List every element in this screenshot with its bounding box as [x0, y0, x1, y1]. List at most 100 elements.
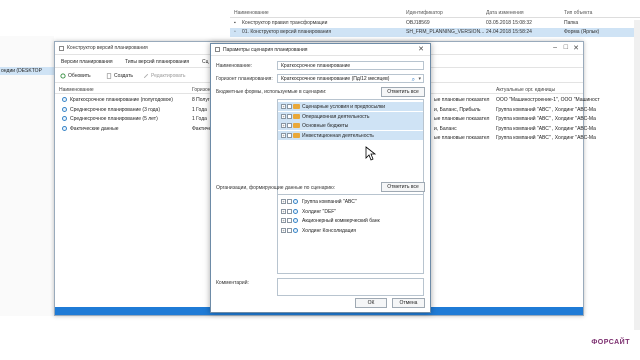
table-row[interactable]: и, Баланс Группа компаний "АВС" , Холдин… [434, 124, 596, 134]
refresh-label: Обновить [68, 73, 91, 79]
object-list-header: Наименование Идентификатор Дата изменени… [230, 8, 640, 18]
tab-scenarios[interactable]: Сц [202, 59, 208, 65]
organization-icon [293, 227, 298, 233]
mark-all-forms-button[interactable]: Отметить все [381, 87, 425, 97]
row-orgs: Группа компаний "АВС" , Холдинг "АВС-Ма [496, 125, 596, 132]
row-date: 24.04.2018 15:58:24 [486, 29, 532, 35]
comment-textarea[interactable] [277, 278, 424, 296]
dialog-titlebar[interactable]: Параметры сценария планирования ✕ [211, 44, 430, 56]
checkbox[interactable] [287, 123, 292, 128]
column-type[interactable]: Тип объекта [564, 10, 592, 16]
tree-node[interactable]: + Сценарные условия и предпосылки [278, 102, 423, 111]
mark-all-orgs-button[interactable]: Отметить все [381, 182, 425, 192]
row-orgs: Группа компаний "АВС" , Холдинг "АВС-Ма [496, 116, 596, 122]
object-row-selected[interactable]: ▫ 01. Конструктор версий планирования SH… [230, 28, 640, 37]
table-row[interactable]: ые плановые показател ООО "Машиностроени… [434, 95, 600, 105]
row-id: OBJ18569 [406, 20, 430, 26]
cancel-button[interactable]: Отмена [392, 298, 425, 308]
navigator-item-label: ондии (DESKTOP [1, 68, 42, 74]
row-indicators: ые плановые показател [434, 116, 490, 122]
expand-icon[interactable]: + [281, 218, 286, 223]
row-type: Папка [564, 20, 579, 26]
window-icon [59, 46, 64, 51]
row-orgs: Группа компаний "АВС" , Холдинг "АВС-Ма [496, 135, 596, 141]
checkbox[interactable] [287, 227, 292, 233]
organization-icon [293, 218, 298, 223]
checkbox[interactable] [287, 208, 292, 214]
item-horizon: 8 Полуг [192, 97, 210, 103]
object-row[interactable]: ▪ Конструктор правил трансформации OBJ18… [230, 19, 640, 28]
checkbox[interactable] [287, 132, 292, 138]
table-row[interactable]: и, Баланс, Прибыль Группа компаний "АВС"… [434, 105, 596, 115]
expand-icon[interactable]: + [281, 208, 286, 214]
maximize-icon[interactable]: □ [564, 44, 568, 51]
item-name: Краткосрочное планирование (полугодовое) [70, 97, 173, 103]
refresh-button[interactable]: Обновить [60, 73, 91, 79]
version-icon [62, 97, 67, 102]
edit-label: Редактировать [151, 73, 186, 79]
row-indicators: и, Баланс [434, 125, 457, 132]
column-id[interactable]: Идентификатор [406, 10, 443, 16]
mouse-cursor-icon [365, 146, 377, 161]
tree-node[interactable]: + Инвестиционная деятельность [278, 130, 423, 140]
brand-logo: ФОРСАЙТ [591, 339, 630, 346]
item-name: Среднесрочное планирование (5 лет) [70, 116, 158, 122]
tree-node-label: Инвестиционная деятельность [302, 132, 374, 139]
column-name[interactable]: Наименование [234, 10, 269, 16]
table-row[interactable]: ые плановые показател Группа компаний "А… [434, 114, 596, 124]
tree-node-label: Операционная деятельность [302, 113, 370, 120]
row-indicators: ые плановые показател [434, 135, 490, 141]
dialog-title: Параметры сценария планирования [223, 47, 308, 53]
folder-icon [293, 113, 300, 119]
search-icon[interactable]: ⌕ [412, 76, 415, 82]
checkbox[interactable] [287, 218, 292, 223]
name-field[interactable]: Краткосрочное планирование [277, 61, 424, 70]
chevron-down-icon[interactable]: ▾ [418, 75, 421, 82]
form-shortcut-icon: ▫ [234, 29, 236, 35]
column-name[interactable]: Наименование [59, 87, 94, 93]
folder-icon [293, 104, 300, 109]
column-actual-orgs[interactable]: Актуальные орг. единицы [496, 87, 555, 93]
folder-icon [293, 132, 300, 138]
checkbox[interactable] [287, 104, 292, 109]
window-title: Конструктор версий планирования [67, 45, 148, 51]
tab-planning-versions[interactable]: Версии планирования [61, 59, 113, 65]
horizon-select[interactable]: Краткосрочное планирование (Пд/12 месяце… [277, 74, 424, 83]
expand-icon[interactable]: + [281, 104, 286, 109]
close-icon[interactable]: ✕ [573, 44, 579, 52]
item-name: Среднесрочное планирование (3 года) [70, 106, 160, 113]
tree-node-label: Акционерный коммерческий банк [302, 218, 380, 224]
tab-version-types[interactable]: Типы версий планирования [125, 59, 189, 65]
comment-label: Комментарий: [216, 280, 249, 286]
folder-icon [293, 123, 300, 128]
vertical-scrollbar[interactable] [634, 20, 640, 330]
name-label: Наименование: [216, 63, 253, 69]
expand-icon[interactable]: + [281, 227, 286, 233]
horizon-label: Горизонт планирования: [216, 76, 273, 82]
expand-icon[interactable]: + [281, 132, 286, 138]
row-date: 03.05.2018 15:08:32 [486, 20, 532, 26]
item-horizon: 1 Года [192, 106, 207, 113]
checkbox[interactable] [287, 113, 292, 119]
orgs-tree: + Группа компаний "АВС" + Холдинг "DEF" … [277, 194, 424, 274]
edit-button[interactable]: Редактировать [143, 73, 186, 79]
table-row[interactable]: ые плановые показател Группа компаний "А… [434, 133, 596, 143]
expand-icon[interactable]: + [281, 113, 286, 119]
expand-icon[interactable]: + [281, 199, 286, 204]
right-columns-list: ые плановые показател ООО "Машиностроени… [434, 95, 600, 143]
expand-icon[interactable]: + [281, 123, 286, 128]
tree-node[interactable]: + Основные бюджеты [278, 121, 423, 130]
create-button[interactable]: Создать [106, 73, 133, 79]
new-document-icon [106, 73, 112, 79]
checkbox[interactable] [287, 199, 292, 204]
column-horizon[interactable]: Горизон [192, 87, 211, 93]
minimize-icon[interactable]: – [553, 44, 557, 51]
edit-icon [143, 73, 149, 79]
close-icon[interactable]: ✕ [418, 45, 424, 53]
item-name: Фактические данные [70, 125, 119, 132]
navigator-selected-item[interactable]: ондии (DESKTOP [0, 67, 54, 75]
version-icon [62, 116, 67, 121]
column-date[interactable]: Дата изменения [486, 10, 524, 16]
ok-button[interactable]: ОК [355, 298, 387, 308]
tree-node[interactable]: + Операционная деятельность [278, 111, 423, 121]
